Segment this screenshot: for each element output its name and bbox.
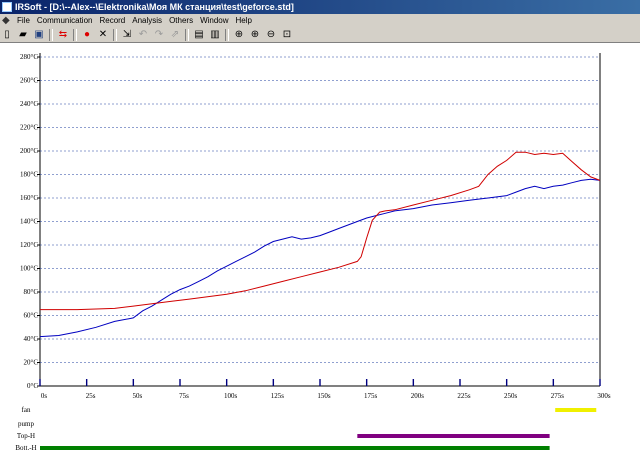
y-tick-label: 280°C: [20, 53, 38, 61]
track-label: Top-H: [17, 432, 35, 440]
import-icon[interactable]: ⇲: [120, 28, 134, 41]
series-line-2: [40, 151, 601, 311]
y-tick-label: 80°C: [24, 288, 39, 296]
print-icon[interactable]: ▥: [208, 28, 222, 41]
y-tick-label: 200°C: [20, 147, 38, 155]
y-tick-label: 160°C: [20, 194, 38, 202]
toolbar-separator: [73, 28, 77, 41]
swap-icon[interactable]: ⇆: [56, 28, 70, 41]
menu-communication[interactable]: Communication: [34, 16, 97, 25]
x-tick-label: 75s: [179, 392, 189, 400]
toolbar-separator: [185, 28, 189, 41]
x-tick-label: 50s: [132, 392, 142, 400]
x-tick-label: 300s: [597, 392, 611, 400]
toolbar-separator: [49, 28, 53, 41]
open-icon[interactable]: ▰: [16, 28, 30, 41]
x-tick-label: 275s: [551, 392, 565, 400]
undo-icon[interactable]: ↶: [136, 28, 150, 41]
x-tick-label: 100s: [224, 392, 238, 400]
menu-record[interactable]: Record: [96, 16, 129, 25]
y-tick-label: 260°C: [20, 77, 38, 85]
chart-svg: 0°C 20°C 40°C 60°C 80°C 100°C 120°C 140°C 160°C 1…: [15, 53, 611, 452]
x-tick-label: 125s: [271, 392, 285, 400]
y-tick-label: 140°C: [20, 218, 38, 226]
track-label: fan: [22, 406, 31, 414]
y-tick-label: 120°C: [20, 241, 38, 249]
x-tick-label: 175s: [364, 392, 378, 400]
stop-icon[interactable]: ✕: [96, 28, 110, 41]
menu-bar: ◆ File Communication Record Analysis Oth…: [0, 14, 640, 28]
y-tick-label: 0°C: [27, 382, 38, 390]
window-title: IRSoft - [D:\--Alex--\Elektronika\Моя МК…: [15, 2, 294, 12]
track-label: pump: [18, 420, 34, 428]
zoom-in-icon[interactable]: ⊕: [248, 28, 262, 41]
zoom-fit-icon[interactable]: ⊕: [232, 28, 246, 41]
x-tick-label: 200s: [411, 392, 425, 400]
menu-window[interactable]: Window: [197, 16, 232, 25]
title-bar: IRSoft - [D:\--Alex--\Elektronika\Моя МК…: [0, 0, 640, 14]
x-tick-label: 25s: [86, 392, 96, 400]
menu-help[interactable]: Help: [233, 16, 256, 25]
y-tick-label: 100°C: [20, 265, 38, 273]
toolbar-separator: [113, 28, 117, 41]
series-line-1: [39, 178, 601, 338]
toolbar-separator: [225, 28, 229, 41]
app-icon: [2, 2, 12, 12]
menu-others[interactable]: Others: [166, 16, 197, 25]
temperature-profile-chart: 0°C 20°C 40°C 60°C 80°C 100°C 120°C 140°C 160°C 1…: [0, 43, 640, 463]
save-icon[interactable]: ▣: [32, 28, 46, 41]
document-menu-icon[interactable]: ◆: [2, 15, 12, 26]
x-tick-label: 250s: [504, 392, 518, 400]
zoom-out-icon[interactable]: ⊖: [264, 28, 278, 41]
zoom-window-icon[interactable]: ⊡: [280, 28, 294, 41]
new-icon[interactable]: ▯: [0, 28, 14, 41]
y-tick-label: 220°C: [20, 124, 38, 132]
preview-icon[interactable]: ▤: [192, 28, 206, 41]
y-tick-label: 180°C: [20, 171, 38, 179]
menu-file[interactable]: File: [14, 16, 34, 25]
track-label: Bott.-H: [15, 444, 36, 452]
y-tick-label: 240°C: [20, 100, 38, 108]
menu-analysis[interactable]: Analysis: [129, 16, 166, 25]
x-tick-label: 150s: [317, 392, 331, 400]
redo-icon[interactable]: ↷: [152, 28, 166, 41]
record-icon[interactable]: ●: [80, 28, 94, 41]
y-tick-label: 40°C: [24, 335, 39, 343]
x-tick-label: 225s: [457, 392, 471, 400]
send-icon[interactable]: ⇗: [168, 28, 182, 41]
x-tick-label: 0s: [41, 392, 48, 400]
toolbar: ▯ ▰ ▣ ⇆ ● ✕ ⇲ ↶ ↷ ⇗ ▤ ▥ ⊕ ⊕ ⊖ ⊡: [0, 27, 640, 43]
y-tick-label: 20°C: [24, 359, 39, 367]
y-tick-label: 60°C: [24, 312, 39, 320]
